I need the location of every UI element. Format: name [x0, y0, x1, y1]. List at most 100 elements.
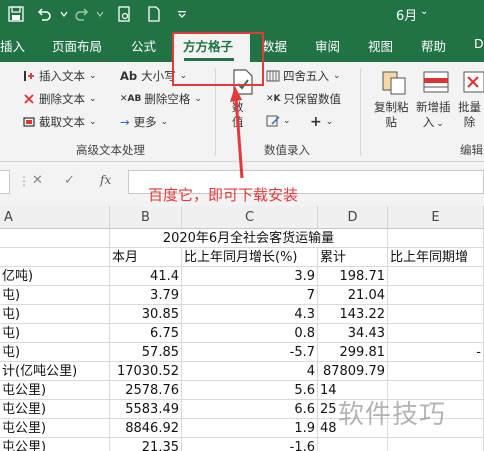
header-cell-a[interactable] — [0, 248, 110, 267]
table-cell[interactable]: 143.22 — [318, 305, 388, 324]
tab-view[interactable]: 视图 — [368, 36, 393, 55]
table-row-label[interactable]: 屯公里) — [0, 419, 110, 438]
table-cell[interactable]: 299.81 — [318, 343, 388, 362]
header-cell-e[interactable]: 比上年同期增 — [388, 248, 484, 267]
table-row-label[interactable]: 屯公里) — [0, 438, 110, 451]
keep-values-button[interactable]: ✕K 只保留数值 — [266, 91, 341, 107]
insert-function-icon[interactable]: fx — [100, 173, 111, 187]
table-cell[interactable]: 8846.92 — [110, 419, 182, 438]
table-cell[interactable]: 2578.76 — [110, 381, 182, 400]
table-cell[interactable]: 21.04 — [318, 286, 388, 305]
table-cell[interactable] — [388, 267, 484, 286]
batch-delete-button[interactable]: 批量 除 — [458, 100, 481, 130]
table-cell[interactable]: 30.85 — [110, 305, 182, 324]
table-cell[interactable]: 57.85 — [110, 343, 182, 362]
table-row-label[interactable]: 计(亿吨公里) — [0, 362, 110, 381]
sheet-title[interactable]: 2020年6月全社会客货运输量 — [110, 229, 388, 248]
delete-text-button[interactable]: 删除文本 ⌄ — [22, 91, 97, 107]
edit-cell-icon — [266, 115, 280, 127]
redo-icon[interactable] — [72, 4, 92, 24]
table-cell[interactable]: -1.6 — [182, 438, 318, 451]
table-cell[interactable]: 5583.49 — [110, 400, 182, 419]
edit-cell-button[interactable]: ⌄ — [266, 114, 291, 128]
redo-dropdown-icon[interactable] — [90, 4, 110, 24]
formula-controls: ⋮ ✕ ✓ fx — [18, 170, 126, 194]
table-cell[interactable]: 6.75 — [110, 324, 182, 343]
confirm-icon[interactable]: ✓ — [64, 173, 75, 188]
save-icon[interactable] — [6, 4, 26, 24]
table-cell[interactable] — [388, 438, 484, 451]
tab-insert[interactable]: 插入 — [0, 36, 25, 55]
table-cell[interactable] — [318, 438, 388, 451]
table-cell[interactable] — [388, 324, 484, 343]
round-button[interactable]: 四舍五入 ⌄ — [266, 68, 341, 84]
table-row-label[interactable]: 屯公里) — [0, 400, 110, 419]
undo-icon[interactable] — [34, 4, 54, 24]
cell-a1[interactable] — [0, 229, 110, 248]
column-header-c[interactable]: C — [182, 206, 318, 229]
column-header-e[interactable]: E — [388, 206, 484, 229]
table-cell[interactable]: 1.9 — [182, 419, 318, 438]
header-cell-d[interactable]: 累计 — [318, 248, 388, 267]
name-box[interactable] — [0, 170, 10, 194]
table-cell[interactable] — [388, 362, 484, 381]
cancel-icon[interactable]: ✕ — [32, 173, 43, 188]
new-insert-icon[interactable] — [422, 68, 450, 96]
copy-paste-icon[interactable] — [380, 68, 408, 96]
table-cell[interactable]: 87809.79 — [318, 362, 388, 381]
table-cell[interactable] — [388, 286, 484, 305]
cell-e1[interactable] — [388, 229, 484, 248]
table-cell[interactable]: 6.6 — [182, 400, 318, 419]
column-header-a[interactable]: A — [0, 206, 110, 229]
drag-handle-icon[interactable]: ⋮ — [18, 174, 30, 188]
new-file-icon[interactable] — [144, 4, 164, 24]
table-cell[interactable]: -5.7 — [182, 343, 318, 362]
table-cell[interactable]: 198.71 — [318, 267, 388, 286]
customize-toolbar-icon[interactable] — [172, 4, 192, 24]
table-cell[interactable]: 3.79 — [110, 286, 182, 305]
cut-text-icon — [23, 117, 35, 127]
tab-d[interactable]: D — [474, 36, 484, 51]
tab-help[interactable]: 帮助 — [421, 36, 446, 55]
tab-data[interactable]: 数据 — [262, 36, 287, 55]
table-row-label[interactable]: 屯公里) — [0, 381, 110, 400]
tab-formulas[interactable]: 公式 — [131, 36, 156, 55]
cut-text-button[interactable]: 截取文本 ⌄ — [22, 114, 97, 130]
table-cell[interactable]: 17030.52 — [110, 362, 182, 381]
highlight-box — [172, 32, 264, 86]
table-row-label[interactable]: 屯) — [0, 305, 110, 324]
header-cell-b[interactable]: 本月 — [110, 248, 182, 267]
tab-review[interactable]: 审阅 — [315, 36, 340, 55]
table-cell[interactable]: 0.8 — [182, 324, 318, 343]
table-cell[interactable] — [388, 305, 484, 324]
table-cell[interactable]: 7 — [182, 286, 318, 305]
copy-paste-button[interactable]: 复制粘 贴 — [374, 100, 409, 130]
print-preview-icon[interactable] — [114, 4, 134, 24]
insert-text-button[interactable]: 插入文本 ⌄ — [22, 68, 97, 84]
batch-delete-icon[interactable] — [462, 68, 484, 96]
table-cell[interactable]: - — [388, 343, 484, 362]
table-cell[interactable]: 3.9 — [182, 267, 318, 286]
tab-page-layout[interactable]: 页面布局 — [52, 36, 102, 55]
delete-space-button[interactable]: ✕AB 删除空格 ⌄ — [120, 91, 202, 107]
table-row-label[interactable]: 亿吨) — [0, 267, 110, 286]
table-cell[interactable]: 21.35 — [110, 438, 182, 451]
table-cell[interactable]: 4.3 — [182, 305, 318, 324]
table-cell[interactable]: 5.6 — [182, 381, 318, 400]
title-dropdown-icon[interactable]: ⌄ — [420, 6, 428, 17]
table-row-label[interactable]: 屯) — [0, 324, 110, 343]
document-title: 6月 — [396, 9, 418, 24]
column-header-b[interactable]: B — [110, 206, 182, 229]
table-cell[interactable]: 34.43 — [318, 324, 388, 343]
table-cell[interactable]: 41.4 — [110, 267, 182, 286]
plus-button[interactable]: + ⌄ — [310, 114, 333, 130]
column-header-d[interactable]: D — [318, 206, 388, 229]
table-cell[interactable]: 4 — [182, 362, 318, 381]
table-row-label[interactable]: 屯) — [0, 286, 110, 305]
header-cell-c[interactable]: 比上年同月增长(%) — [182, 248, 318, 267]
more-button[interactable]: → 更多 ⌄ — [120, 114, 168, 130]
keep-values-icon: ✕K — [266, 94, 281, 104]
undo-dropdown-icon[interactable] — [54, 4, 74, 24]
table-row-label[interactable]: 屯) — [0, 343, 110, 362]
new-insert-button[interactable]: 新增插 入 ⌄ — [416, 100, 451, 132]
